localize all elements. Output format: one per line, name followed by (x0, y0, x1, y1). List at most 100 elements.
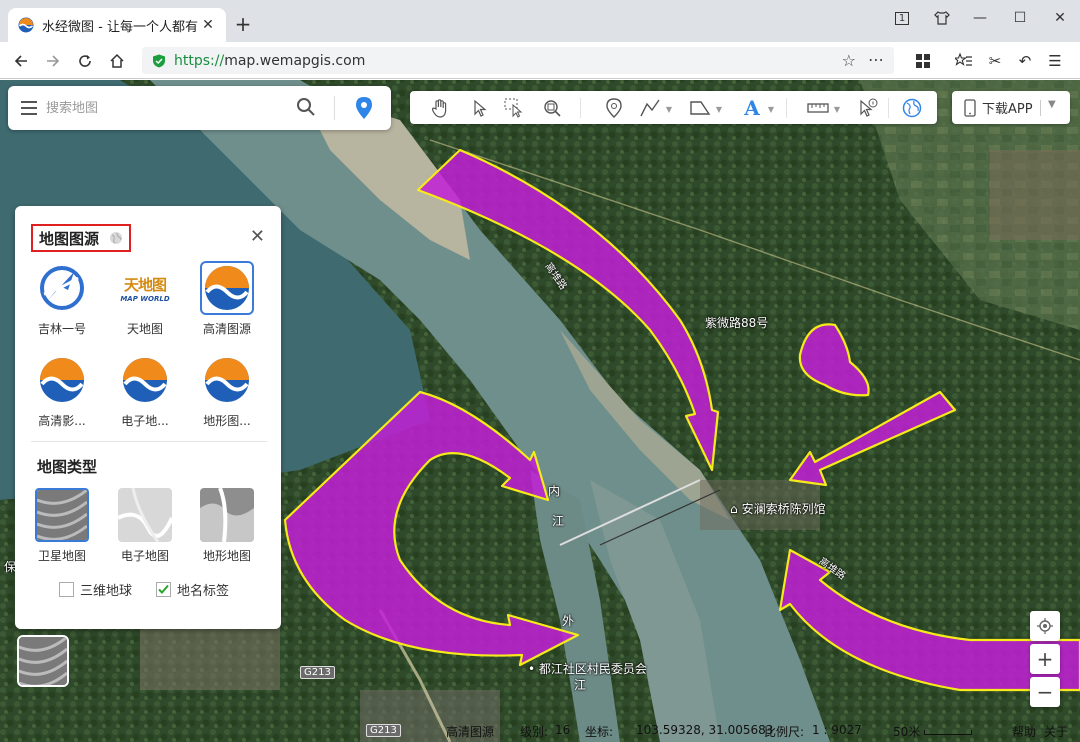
back-icon[interactable] (10, 50, 32, 72)
chevron-down-icon: ▼ (833, 105, 840, 114)
polyline-tool-icon[interactable]: ▼ (638, 96, 672, 120)
locate-me-icon[interactable] (1030, 611, 1060, 641)
river-label-a: 内 (548, 484, 561, 498)
reload-icon[interactable] (74, 50, 96, 72)
pan-hand-icon[interactable] (428, 96, 452, 120)
wave-logo-icon (35, 353, 89, 407)
bookmark-star-icon[interactable]: ☆ (842, 51, 856, 70)
globe-icon (110, 232, 123, 244)
window-count-button[interactable]: 1 (882, 6, 922, 30)
text-tool-icon[interactable]: A ▼ (740, 96, 774, 120)
map-type-title: 地图类型 (37, 458, 98, 476)
source-hd[interactable]: 高清图源 (195, 261, 259, 337)
poi-anlan-museum[interactable]: ⌂ 安澜索桥陈列馆 (730, 500, 826, 517)
zoom-out-button[interactable]: − (1030, 677, 1060, 707)
option-3d-globe[interactable]: 三维地球 (59, 580, 132, 599)
checkbox-3d[interactable] (59, 582, 74, 597)
tab-close-icon[interactable]: ✕ (200, 17, 216, 33)
measure-ruler-icon[interactable]: ▼ (806, 96, 840, 120)
jilin1-logo-icon (35, 261, 89, 315)
map-type-label: 卫星地图 (37, 549, 86, 563)
zoom-area-icon[interactable] (540, 96, 564, 120)
polygon-tool-icon[interactable]: ▼ (688, 96, 722, 120)
source-label: 高清图源 (202, 322, 251, 336)
museum-icon: ⌂ (730, 501, 738, 516)
map-search-box (8, 86, 391, 130)
search-icon[interactable] (296, 97, 316, 117)
download-app-button[interactable]: 下载APP ▼ (952, 91, 1070, 124)
about-link[interactable]: 关于 (1044, 723, 1068, 740)
download-app-label: 下载APP (982, 102, 1033, 117)
zoom-in-button[interactable]: + (1030, 644, 1060, 674)
wave-logo-icon (200, 261, 254, 315)
url-host: map.wemapgis.com (224, 52, 366, 69)
map-type-electronic[interactable]: 电子地图 (113, 488, 177, 564)
download-divider (1040, 100, 1041, 116)
forward-icon[interactable] (42, 50, 64, 72)
location-pin-icon[interactable] (354, 96, 374, 120)
box-select-icon[interactable] (502, 96, 526, 120)
window-count-badge: 1 (894, 11, 910, 25)
status-source: 高清图源 (446, 725, 495, 739)
identify-info-icon[interactable] (856, 96, 880, 120)
home-icon[interactable] (106, 50, 128, 72)
source-hd-imagery[interactable]: 高清影... (30, 353, 94, 429)
layer-switch-thumb[interactable] (17, 635, 69, 687)
apps-grid-icon[interactable] (912, 50, 934, 72)
electronic-thumb (118, 488, 172, 542)
wave-logo-icon (200, 353, 254, 407)
source-tianditu[interactable]: 天地图 MAP WORLD 天地图 (113, 261, 177, 337)
close-window-icon[interactable]: ✕ (1040, 6, 1080, 30)
hamburger-menu-icon[interactable] (20, 99, 38, 117)
browser-menu-icon[interactable]: ☰ (1044, 50, 1066, 72)
option-place-labels[interactable]: 地名标签 (156, 580, 229, 599)
select-arrow-icon[interactable] (468, 96, 492, 120)
search-input[interactable] (46, 96, 286, 120)
source-label: 地形图... (203, 414, 251, 428)
toolbar-divider (888, 98, 889, 118)
poi-label: 安澜索桥陈列馆 (741, 502, 826, 516)
favorites-list-icon[interactable] (953, 50, 975, 72)
source-jilin1[interactable]: 吉林一号 (30, 261, 94, 337)
url-field[interactable]: https:// map.wemapgis.com ☆ ⋯ (142, 47, 894, 74)
map-type-label: 电子地图 (120, 549, 169, 563)
poi-dujiang-committee[interactable]: • 都江社区村民委员会 (528, 660, 647, 677)
maximize-icon[interactable]: ☐ (1000, 6, 1040, 30)
status-scale-label: 比例尺: (764, 725, 805, 739)
road-shield-g213-b: G213 (366, 724, 401, 737)
marker-tool-icon[interactable] (602, 96, 626, 120)
map-type-label: 地形地图 (202, 549, 251, 563)
map-type-terrain[interactable]: 地形地图 (195, 488, 259, 564)
terrain-thumb (200, 488, 254, 542)
status-coords: 103.59328, 31.005683 (636, 723, 774, 737)
source-terrain[interactable]: 地形图... (195, 353, 259, 429)
panel-divider (31, 441, 267, 442)
map-type-satellite[interactable]: 卫星地图 (30, 488, 94, 564)
wemap-favicon-icon (18, 17, 34, 33)
status-scale: 1 : 9027 (812, 723, 862, 737)
new-tab-icon[interactable]: + (232, 12, 254, 36)
undo-close-icon[interactable]: ↶ (1014, 50, 1036, 72)
wave-logo-icon (118, 353, 172, 407)
source-label: 高清影... (38, 414, 86, 428)
skin-icon[interactable] (922, 6, 962, 30)
minimize-icon[interactable]: — (960, 6, 1000, 30)
source-label: 吉林一号 (37, 322, 86, 336)
toolbar-divider (786, 98, 787, 118)
option-label: 地名标签 (177, 584, 230, 599)
panel-title: 地图图源 (39, 229, 100, 248)
source-electronic[interactable]: 电子地... (113, 353, 177, 429)
road-shield-g213-a: G213 (300, 666, 335, 679)
screenshot-scissors-icon[interactable]: ✂ (984, 50, 1006, 72)
panel-close-icon[interactable]: ✕ (250, 226, 265, 247)
scale-bar (924, 730, 972, 735)
chevron-down-icon[interactable]: ▼ (1048, 99, 1056, 110)
help-link[interactable]: 帮助 (1012, 723, 1036, 740)
status-level-label: 级别: (520, 725, 549, 739)
browser-tab[interactable]: 水经微图 - 让每一个人都有自 ✕ (8, 8, 226, 42)
more-dots-icon[interactable]: ⋯ (868, 50, 884, 69)
globe-world-icon[interactable] (900, 96, 924, 120)
search-divider (334, 96, 335, 120)
phone-icon (964, 98, 976, 117)
checkbox-labels[interactable] (156, 582, 171, 597)
